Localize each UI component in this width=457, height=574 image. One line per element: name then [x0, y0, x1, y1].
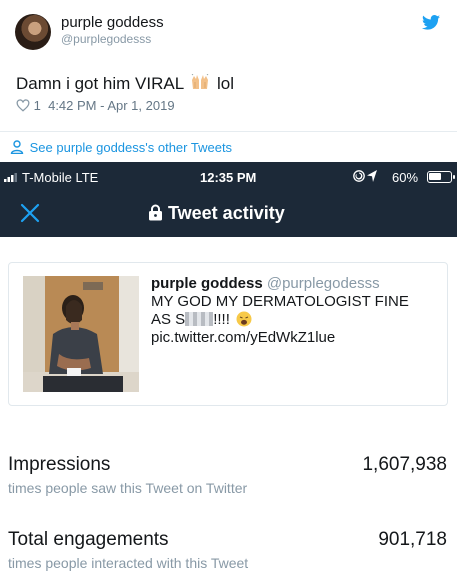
location-arrow-icon [353, 170, 377, 182]
tweet-photo [23, 276, 139, 392]
battery-fill [429, 173, 441, 180]
status-time: 12:35 PM [200, 170, 257, 185]
tweet-text: Damn i got him VIRAL lol [16, 74, 234, 94]
tweet-card[interactable]: purple goddess @purplegodesss MY GOD MY … [8, 262, 448, 406]
engagements-label: Total engagements [8, 529, 169, 550]
page-title: Tweet activity [148, 203, 285, 224]
like-count: 1 [33, 98, 41, 113]
person-icon [10, 140, 24, 154]
engagements-value: 901,718 [378, 529, 447, 550]
avatar[interactable] [15, 14, 51, 50]
impressions-label: Impressions [8, 454, 111, 475]
impressions-description: times people saw this Tweet on Twitter [8, 480, 248, 496]
battery-icon [427, 171, 455, 183]
other-tweets-link[interactable]: See purple goddess's other Tweets [10, 140, 232, 155]
engagements-description: times people interacted with this Tweet [8, 555, 249, 571]
battery-nub [453, 175, 455, 179]
carrier-label: T-Mobile LTE [22, 170, 99, 185]
impressions-value: 1,607,938 [362, 454, 447, 475]
user-handle[interactable]: @purplegodesss [61, 32, 151, 46]
raising-hands-emoji [191, 74, 209, 89]
activity-content: purple goddess @purplegodesss MY GOD MY … [0, 237, 457, 574]
embedded-tweet: purple goddess @purplegodesss Damn i got… [0, 0, 457, 162]
lock-icon [149, 204, 162, 221]
tweet-timestamp[interactable]: 4:42 PM - Apr 1, 2019 [48, 98, 174, 113]
display-name[interactable]: purple goddess [61, 14, 164, 31]
tweet-card-name[interactable]: purple goddess [151, 275, 263, 292]
nav-bar: Tweet activity [0, 192, 457, 237]
censor-blur [185, 312, 214, 326]
tweet-meta: 1 4:42 PM - Apr 1, 2019 [16, 98, 175, 113]
tweet-card-handle[interactable]: @purplegodesss [267, 275, 380, 292]
tweet-text-end: lol [217, 74, 235, 93]
battery-percent: 60% [392, 170, 419, 185]
tweet-text-main: Damn i got him VIRAL [16, 74, 184, 93]
weary-face-emoji [236, 311, 252, 327]
tweet-image[interactable] [23, 276, 139, 392]
twitter-bird-icon[interactable] [422, 15, 440, 30]
heart-icon[interactable] [16, 99, 30, 112]
divider [0, 131, 457, 132]
tweet-card-line2-start: AS S [151, 311, 186, 328]
tweet-card-text: purple goddess @purplegodesss MY GOD MY … [151, 275, 441, 347]
signal-icon [4, 173, 17, 182]
tweet-card-line2-end: !!!! [213, 311, 230, 328]
close-icon[interactable] [19, 202, 41, 224]
other-tweets-label: See purple goddess's other Tweets [29, 140, 233, 155]
status-bar: T-Mobile LTE 12:35 PM 60% [0, 162, 457, 192]
tweet-card-line1: MY GOD MY DERMATOLOGIST FINE [151, 293, 409, 310]
tweet-card-link[interactable]: pic.twitter.com/yEdWkZ1lue [151, 329, 335, 346]
page-title-text: Tweet activity [168, 203, 285, 223]
